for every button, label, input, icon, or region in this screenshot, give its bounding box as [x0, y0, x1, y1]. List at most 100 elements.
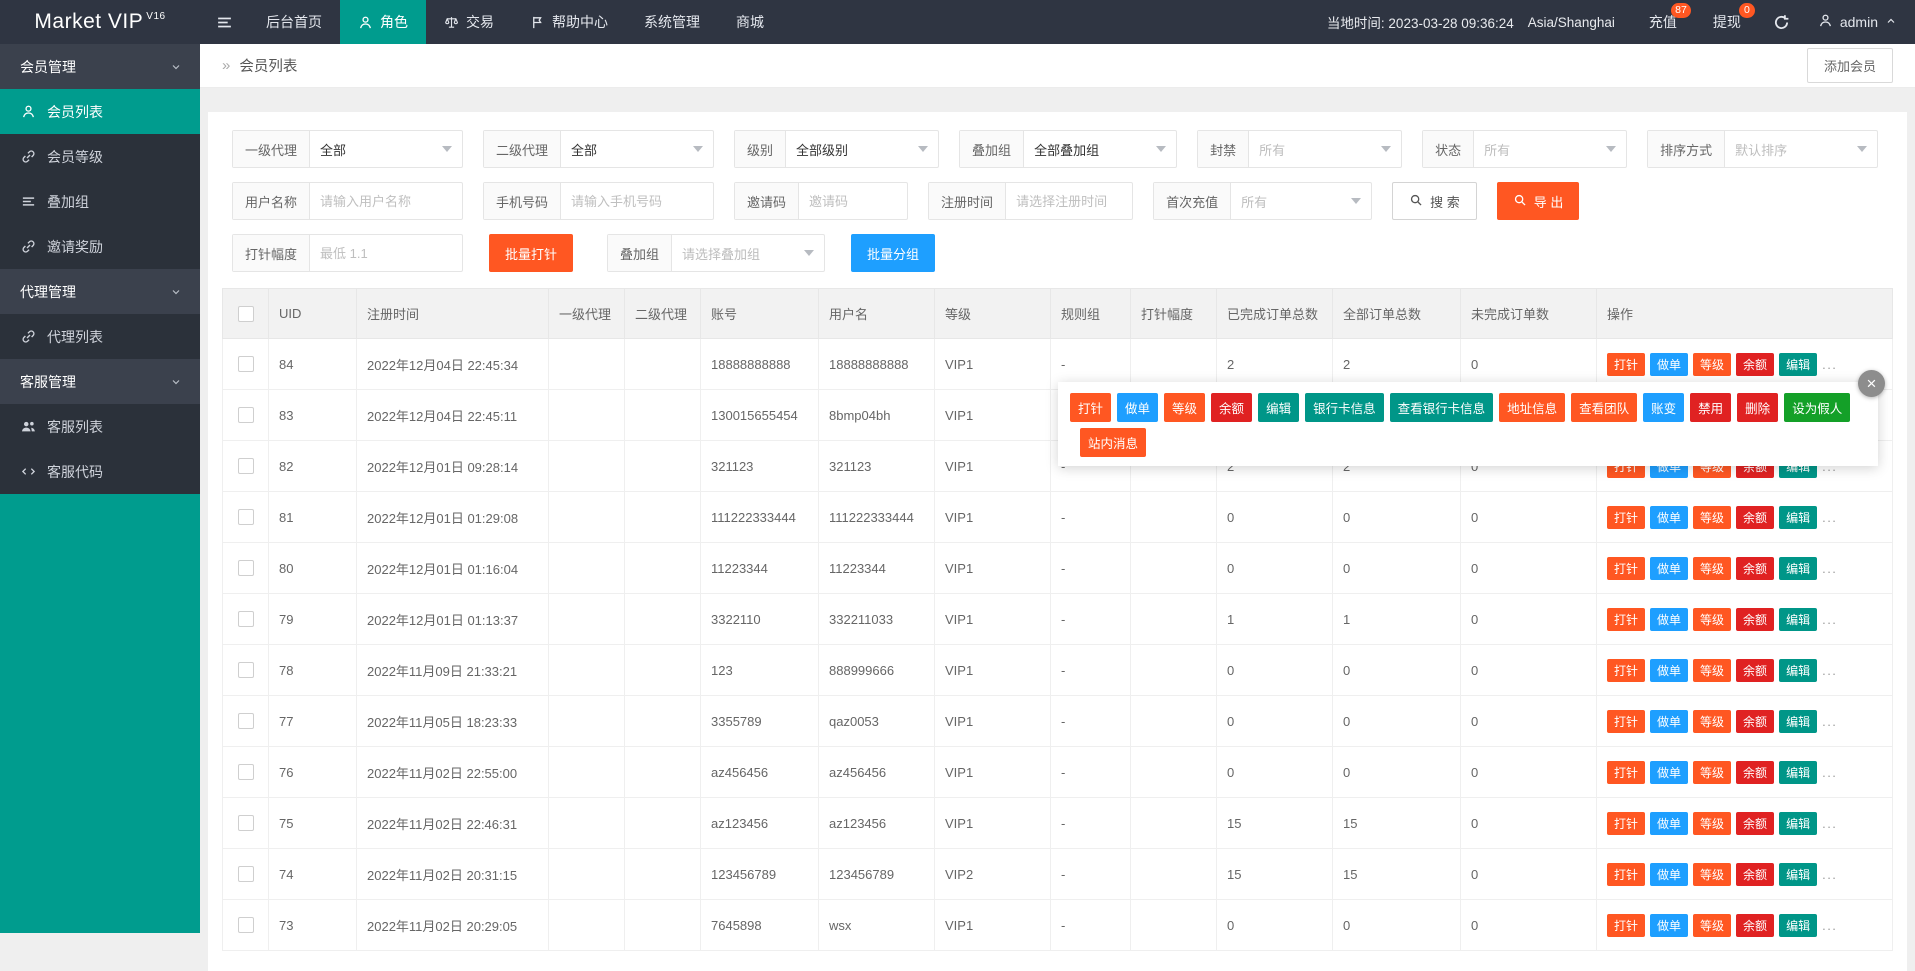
invite-code-input[interactable] — [799, 183, 907, 219]
make-order-button[interactable]: 做单 — [1650, 557, 1688, 580]
menu-toggle-icon[interactable] — [200, 0, 248, 44]
edit-button[interactable]: 编辑 — [1258, 393, 1299, 422]
more-actions-button[interactable]: ... — [1822, 867, 1837, 882]
add-member-button[interactable]: 添加会员 — [1807, 48, 1893, 83]
row-checkbox[interactable] — [238, 764, 254, 780]
more-actions-button[interactable]: ... — [1822, 357, 1837, 372]
edit-button[interactable]: 编辑 — [1779, 557, 1817, 580]
more-actions-button[interactable]: ... — [1822, 765, 1837, 780]
filter-select-level[interactable]: 级别全部级别 — [734, 130, 939, 168]
balance-button[interactable]: 余额 — [1736, 608, 1774, 631]
filter-select-status[interactable]: 状态所有 — [1422, 130, 1627, 168]
nav-item-role[interactable]: 角色 — [340, 0, 426, 44]
sidebar-item-member-list[interactable]: 会员列表 — [0, 89, 200, 134]
row-checkbox[interactable] — [238, 815, 254, 831]
make-order-button[interactable]: 做单 — [1650, 506, 1688, 529]
level-button[interactable]: 等级 — [1693, 710, 1731, 733]
row-checkbox[interactable] — [238, 509, 254, 525]
batch-inject-button[interactable]: 批量打针 — [489, 234, 573, 272]
level-button[interactable]: 等级 — [1693, 353, 1731, 376]
level-button[interactable]: 等级 — [1693, 557, 1731, 580]
level-button[interactable]: 等级 — [1693, 863, 1731, 886]
level-button[interactable]: 等级 — [1693, 608, 1731, 631]
level-button[interactable]: 等级 — [1693, 506, 1731, 529]
balance-button[interactable]: 余额 — [1736, 710, 1774, 733]
edit-button[interactable]: 编辑 — [1779, 914, 1817, 937]
balance-button[interactable]: 余额 — [1736, 812, 1774, 835]
close-icon[interactable]: × — [1858, 370, 1885, 397]
inject-button[interactable]: 打针 — [1607, 557, 1645, 580]
export-button[interactable]: 导 出 — [1497, 182, 1580, 220]
inject-button[interactable]: 打针 — [1607, 659, 1645, 682]
account-change-button[interactable]: 账变 — [1643, 393, 1684, 422]
row-checkbox[interactable] — [238, 713, 254, 729]
edit-button[interactable]: 编辑 — [1779, 710, 1817, 733]
balance-button[interactable]: 余额 — [1736, 557, 1774, 580]
row-checkbox[interactable] — [238, 611, 254, 627]
level-button[interactable]: 等级 — [1693, 659, 1731, 682]
nav-item-home[interactable]: 后台首页 — [248, 0, 340, 44]
row-checkbox[interactable] — [238, 458, 254, 474]
nav-item-mall[interactable]: 商城 — [718, 0, 782, 44]
nav-item-trade[interactable]: 交易 — [426, 0, 512, 44]
make-order-button[interactable]: 做单 — [1650, 659, 1688, 682]
make-order-button[interactable]: 做单 — [1650, 863, 1688, 886]
inject-button[interactable]: 打针 — [1070, 393, 1111, 422]
edit-button[interactable]: 编辑 — [1779, 659, 1817, 682]
inject-button[interactable]: 打针 — [1607, 863, 1645, 886]
nav-item-help-center[interactable]: 帮助中心 — [512, 0, 626, 44]
sidebar-item-agent-list[interactable]: 代理列表 — [0, 314, 200, 359]
inject-button[interactable]: 打针 — [1607, 914, 1645, 937]
sidebar-group-service-management[interactable]: 客服管理 — [0, 359, 200, 404]
search-button[interactable]: 搜 索 — [1392, 182, 1477, 220]
sidebar-item-member-level[interactable]: 会员等级 — [0, 134, 200, 179]
make-order-button[interactable]: 做单 — [1650, 914, 1688, 937]
more-actions-button[interactable]: ... — [1822, 918, 1837, 933]
edit-button[interactable]: 编辑 — [1779, 812, 1817, 835]
balance-button[interactable]: 余额 — [1736, 506, 1774, 529]
delete-button[interactable]: 删除 — [1737, 393, 1778, 422]
balance-button[interactable]: 余额 — [1736, 863, 1774, 886]
level-button[interactable]: 等级 — [1164, 393, 1205, 422]
more-actions-button[interactable]: ... — [1822, 816, 1837, 831]
edit-button[interactable]: 编辑 — [1779, 506, 1817, 529]
recharge-link[interactable]: 充值 87 — [1631, 0, 1695, 44]
row-checkbox[interactable] — [238, 407, 254, 423]
withdraw-link[interactable]: 提现 0 — [1695, 0, 1759, 44]
view-team-button[interactable]: 查看团队 — [1571, 393, 1637, 422]
inject-button[interactable]: 打针 — [1607, 761, 1645, 784]
more-actions-button[interactable]: ... — [1822, 663, 1837, 678]
batch-group-button[interactable]: 批量分组 — [851, 234, 935, 272]
inject-button[interactable]: 打针 — [1607, 608, 1645, 631]
level-button[interactable]: 等级 — [1693, 761, 1731, 784]
make-order-button[interactable]: 做单 — [1650, 812, 1688, 835]
balance-button[interactable]: 余额 — [1736, 761, 1774, 784]
select-all-checkbox[interactable] — [238, 306, 254, 322]
phone-input[interactable] — [561, 183, 713, 219]
balance-button[interactable]: 余额 — [1736, 914, 1774, 937]
balance-button[interactable]: 余额 — [1211, 393, 1252, 422]
reg-time-input[interactable] — [1006, 183, 1132, 219]
sidebar-item-service-code[interactable]: 客服代码 — [0, 449, 200, 494]
user-menu[interactable]: admin — [1804, 0, 1915, 44]
refresh-icon[interactable] — [1759, 0, 1804, 44]
sidebar-item-stack-group[interactable]: 叠加组 — [0, 179, 200, 224]
row-checkbox[interactable] — [238, 917, 254, 933]
inject-button[interactable]: 打针 — [1607, 710, 1645, 733]
make-order-button[interactable]: 做单 — [1650, 608, 1688, 631]
filter-select-stack-group[interactable]: 叠加组全部叠加组 — [959, 130, 1177, 168]
row-checkbox[interactable] — [238, 662, 254, 678]
sidebar-item-service-list[interactable]: 客服列表 — [0, 404, 200, 449]
balance-button[interactable]: 余额 — [1736, 353, 1774, 376]
filter-select-ban[interactable]: 封禁所有 — [1197, 130, 1402, 168]
more-actions-button[interactable]: ... — [1822, 510, 1837, 525]
balance-button[interactable]: 余额 — [1736, 659, 1774, 682]
view-bank-card-info-button[interactable]: 查看银行卡信息 — [1390, 393, 1494, 422]
inject-button[interactable]: 打针 — [1607, 812, 1645, 835]
sidebar-item-invite-reward[interactable]: 邀请奖励 — [0, 224, 200, 269]
bank-card-info-button[interactable]: 银行卡信息 — [1305, 393, 1384, 422]
edit-button[interactable]: 编辑 — [1779, 761, 1817, 784]
level-button[interactable]: 等级 — [1693, 812, 1731, 835]
edit-button[interactable]: 编辑 — [1779, 863, 1817, 886]
more-actions-button[interactable]: ... — [1822, 561, 1837, 576]
